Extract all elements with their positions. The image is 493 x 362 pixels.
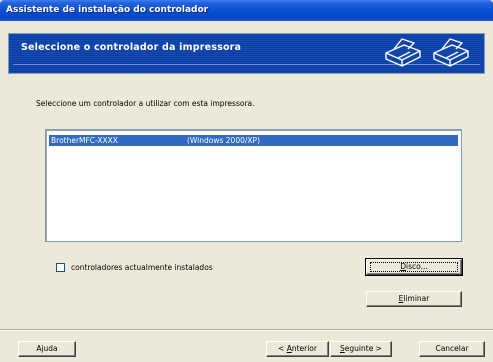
remove-button[interactable]: Eliminar <box>366 291 462 307</box>
driver-os: (Windows 2000/XP) <box>187 136 260 145</box>
printer-icon <box>385 38 421 67</box>
installed-drivers-checkbox[interactable] <box>56 263 65 272</box>
driver-list-item[interactable]: Brother MFC-XXXX (Windows 2000/XP) <box>49 135 458 146</box>
back-button[interactable]: < Anterior <box>266 341 329 357</box>
disk-button[interactable]: Disco... <box>365 258 463 276</box>
help-button[interactable]: Ajuda <box>18 341 76 357</box>
focus-rect <box>370 262 458 272</box>
driver-model: MFC-XXXX <box>79 136 118 145</box>
banner-title: Seleccione o controlador da impressora <box>21 42 242 53</box>
installed-drivers-option[interactable]: controladores actualmente instalados <box>56 263 213 272</box>
header-banner: Seleccione o controlador da impressora <box>8 33 485 74</box>
printer-icon <box>433 38 469 67</box>
window-title: Assistente de instalação do controlador <box>6 5 209 15</box>
cancel-button[interactable]: Cancelar <box>419 341 485 357</box>
installed-drivers-label: controladores actualmente instalados <box>71 263 213 272</box>
title-bar[interactable]: Assistente de instalação do controlador <box>0 0 493 21</box>
footer-divider <box>0 329 493 331</box>
driver-brand: Brother <box>51 136 80 145</box>
printer-icons <box>385 38 469 67</box>
instruction-text: Seleccione um controlador a utilizar com… <box>36 99 255 108</box>
driver-listbox[interactable]: Brother MFC-XXXX (Windows 2000/XP) <box>45 129 462 242</box>
next-button[interactable]: Seguinte > <box>330 341 392 357</box>
